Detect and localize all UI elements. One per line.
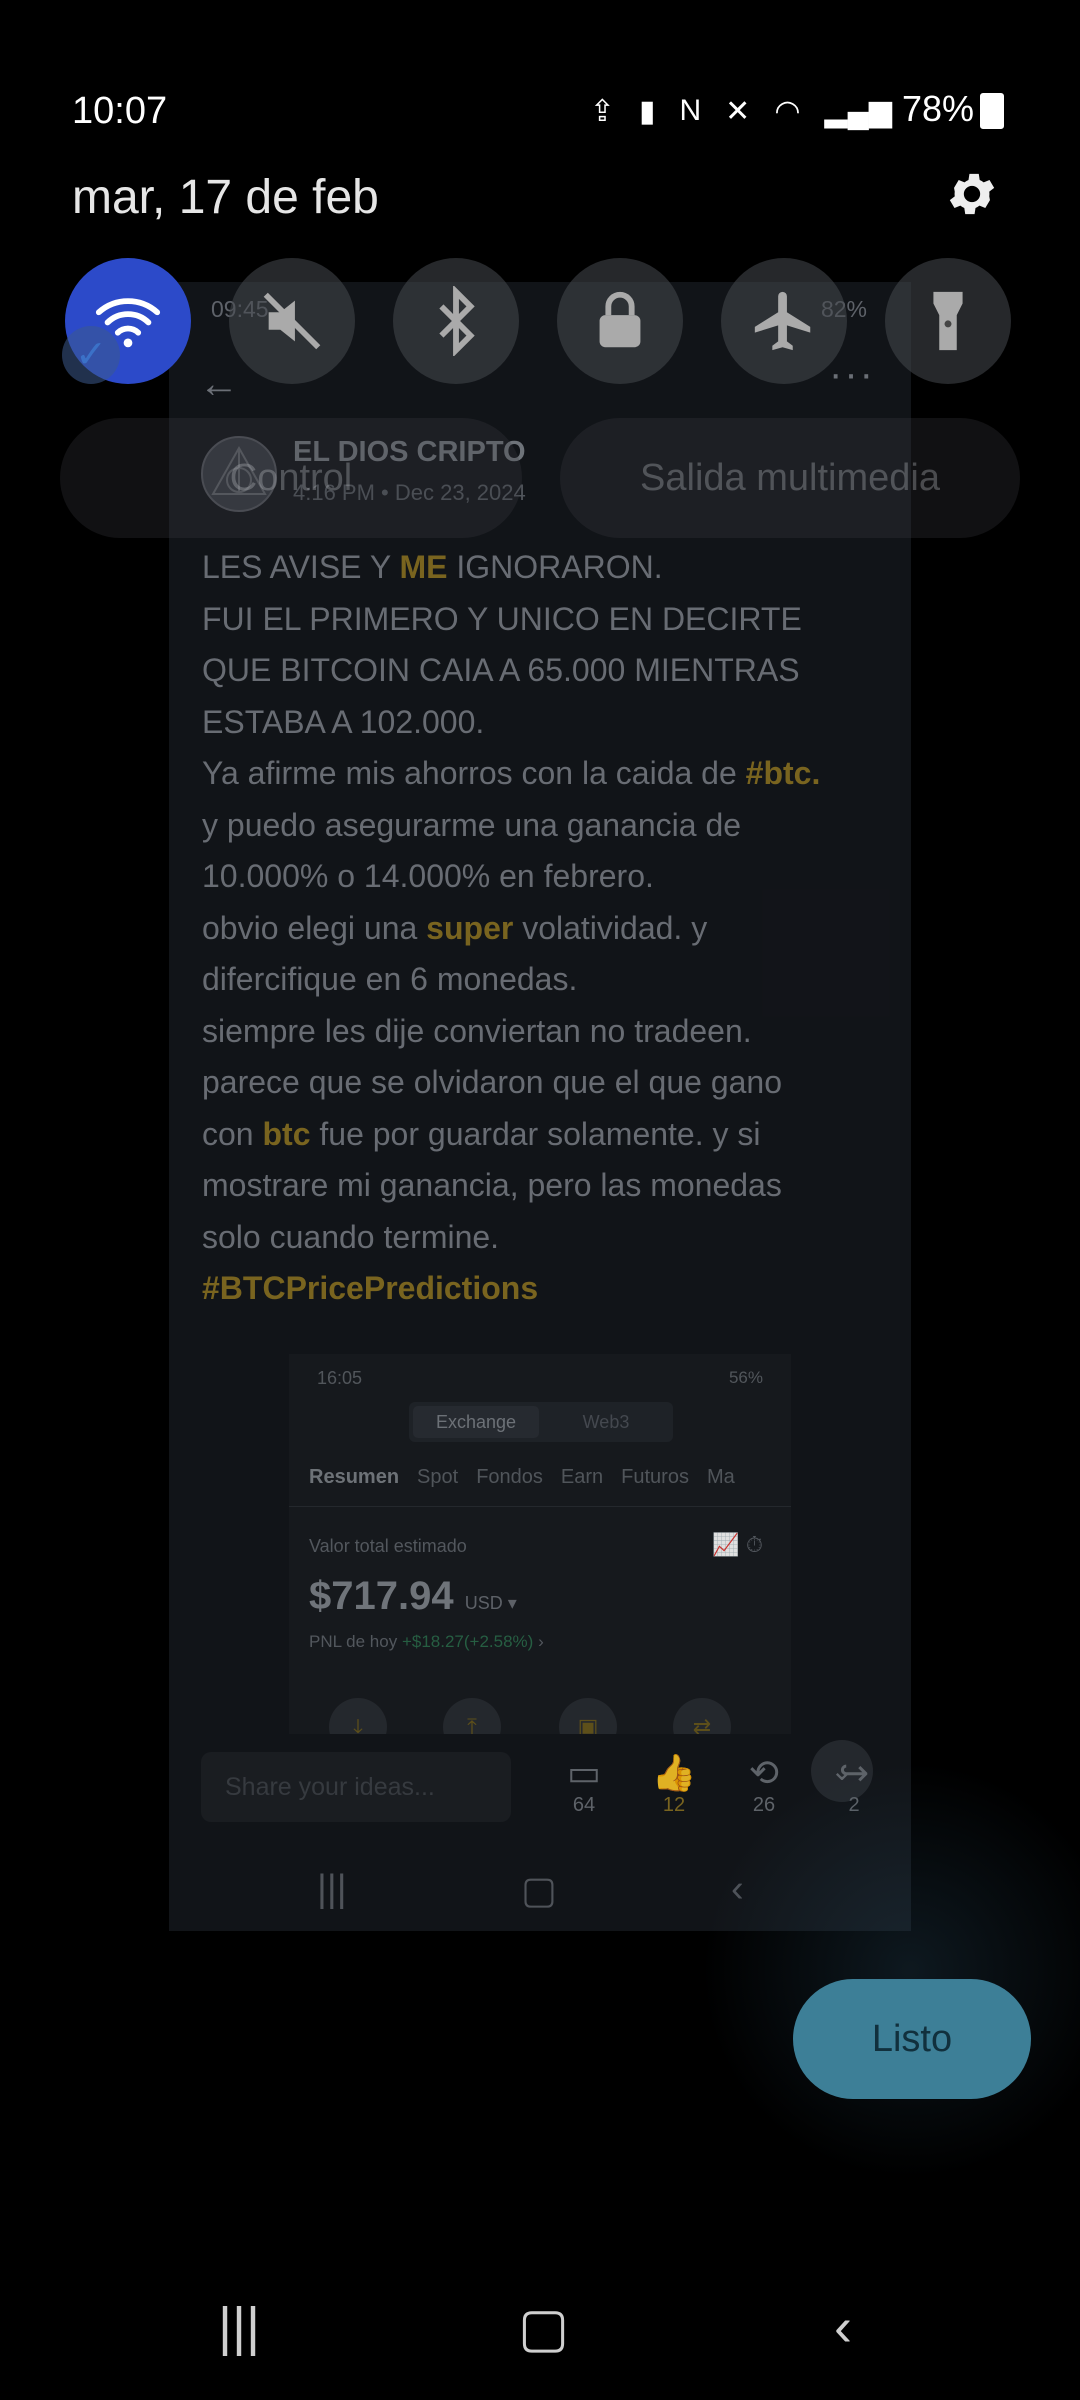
tile-rotation-lock[interactable] — [557, 258, 683, 384]
signal-icon: ▂▄▆ — [824, 94, 892, 128]
control-button[interactable]: Control — [60, 418, 522, 538]
bluetooth-icon — [439, 286, 475, 356]
nfc-icon: N — [679, 94, 702, 128]
tile-flashlight[interactable] — [885, 258, 1011, 384]
home-button[interactable]: ▢ — [518, 2296, 569, 2359]
tile-mute[interactable] — [229, 258, 355, 384]
tile-airplane[interactable] — [721, 258, 847, 384]
recents-button[interactable]: ||| — [218, 2296, 260, 2358]
tile-bluetooth[interactable] — [393, 258, 519, 384]
clock: 10:07 — [72, 90, 168, 132]
battery-saver-icon: ▮ — [638, 94, 656, 128]
wifi-icon: ◠ — [774, 94, 801, 128]
panel-date: mar, 17 de feb — [72, 171, 379, 224]
mute-icon: ✕ — [725, 94, 751, 128]
media-output-button[interactable]: Salida multimedia — [560, 418, 1020, 538]
settings-gear-icon[interactable] — [944, 166, 1000, 222]
lock-icon — [599, 291, 641, 348]
battery-icon — [980, 93, 1004, 130]
back-button[interactable]: ‹ — [834, 2296, 852, 2358]
done-button[interactable]: Listo — [793, 1979, 1031, 2099]
flashlight-icon — [933, 291, 963, 351]
mute-icon — [263, 292, 321, 350]
airplane-icon — [754, 291, 811, 351]
upload-icon: ⇪ — [589, 94, 615, 128]
system-nav-bar: ||| ▢ ‹ — [0, 2290, 1080, 2370]
status-icons: ⇪ ▮ N ✕ ◠ ▂▄▆ 78% — [576, 88, 1004, 130]
battery-percent: 78% — [901, 88, 974, 129]
check-icon: ✓ — [62, 326, 120, 384]
